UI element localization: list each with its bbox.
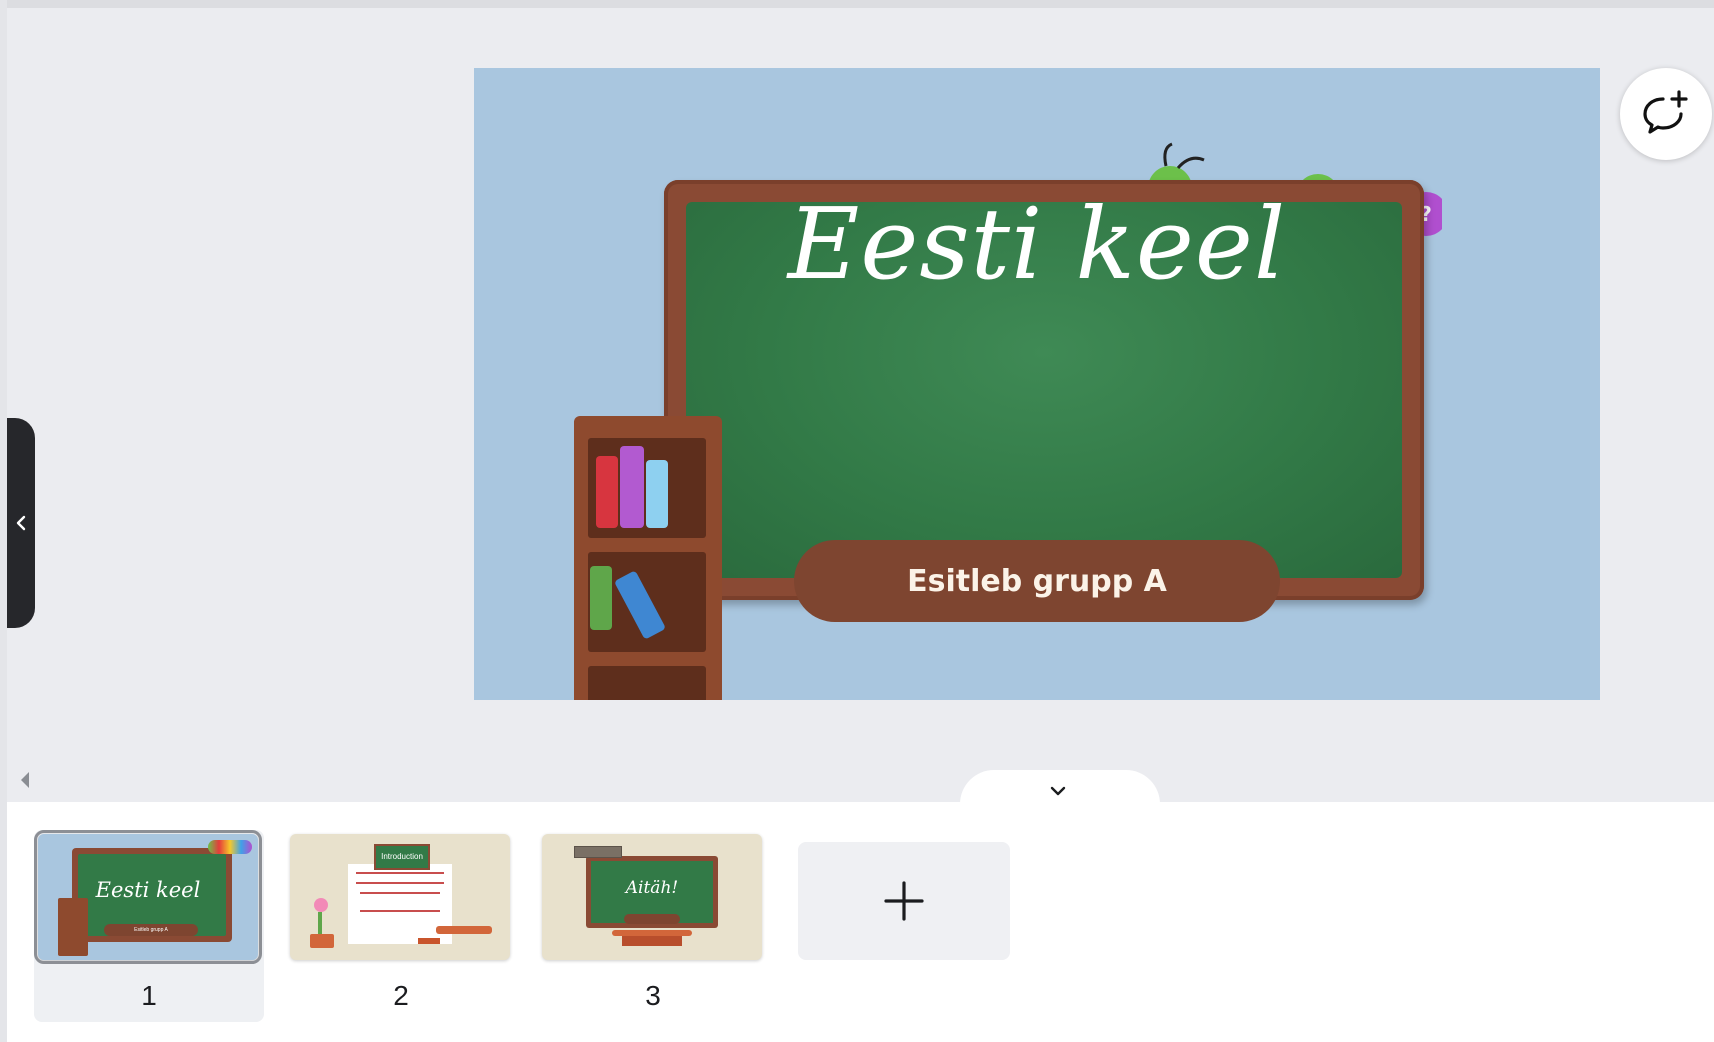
chevron-left-icon — [16, 515, 26, 531]
thumbnail-title: Eesti keel — [95, 878, 201, 902]
triangle-left-icon[interactable] — [18, 770, 32, 790]
add-comment-icon — [1643, 90, 1688, 134]
thumbnail-image[interactable]: Introduction — [290, 834, 510, 960]
bookshelf-decoration — [574, 416, 722, 700]
page-thumbnail-1[interactable]: Eesti keel Esitleb grupp A 1 — [34, 830, 264, 1022]
left-edge — [0, 0, 7, 1042]
page-number: 2 — [393, 980, 409, 1011]
plus-icon — [884, 881, 924, 921]
thumbnail-subtitle: Esitleb grupp A — [104, 924, 198, 936]
thumbnail-title: Introduction — [374, 844, 430, 870]
horizontal-scrollbar[interactable] — [7, 760, 1714, 802]
slide-title[interactable]: Eesti keel — [474, 188, 1600, 302]
subtitle-pill[interactable]: Esitleb grupp A — [794, 540, 1280, 622]
thumbnail-image[interactable]: Aitäh! — [542, 834, 762, 960]
page-number: 3 — [645, 980, 661, 1011]
collapse-panel-button[interactable] — [7, 418, 35, 628]
add-comment-button[interactable] — [1620, 68, 1712, 160]
chevron-down-icon[interactable] — [1048, 784, 1068, 798]
top-strip — [0, 0, 1714, 8]
thumbnail-title: Aitäh! — [625, 878, 679, 898]
page-thumbnail-3[interactable]: Aitäh! 3 — [538, 830, 768, 1022]
page-thumbnail-2[interactable]: Introduction 2 — [286, 830, 516, 1022]
page-number: 1 — [141, 980, 157, 1011]
slide-canvas[interactable]: ÷ + - X < > ? Eesti keel Esitleb grupp A — [474, 68, 1600, 700]
add-page-button[interactable] — [798, 842, 1010, 960]
thumbnail-image[interactable]: Eesti keel Esitleb grupp A — [34, 830, 262, 964]
